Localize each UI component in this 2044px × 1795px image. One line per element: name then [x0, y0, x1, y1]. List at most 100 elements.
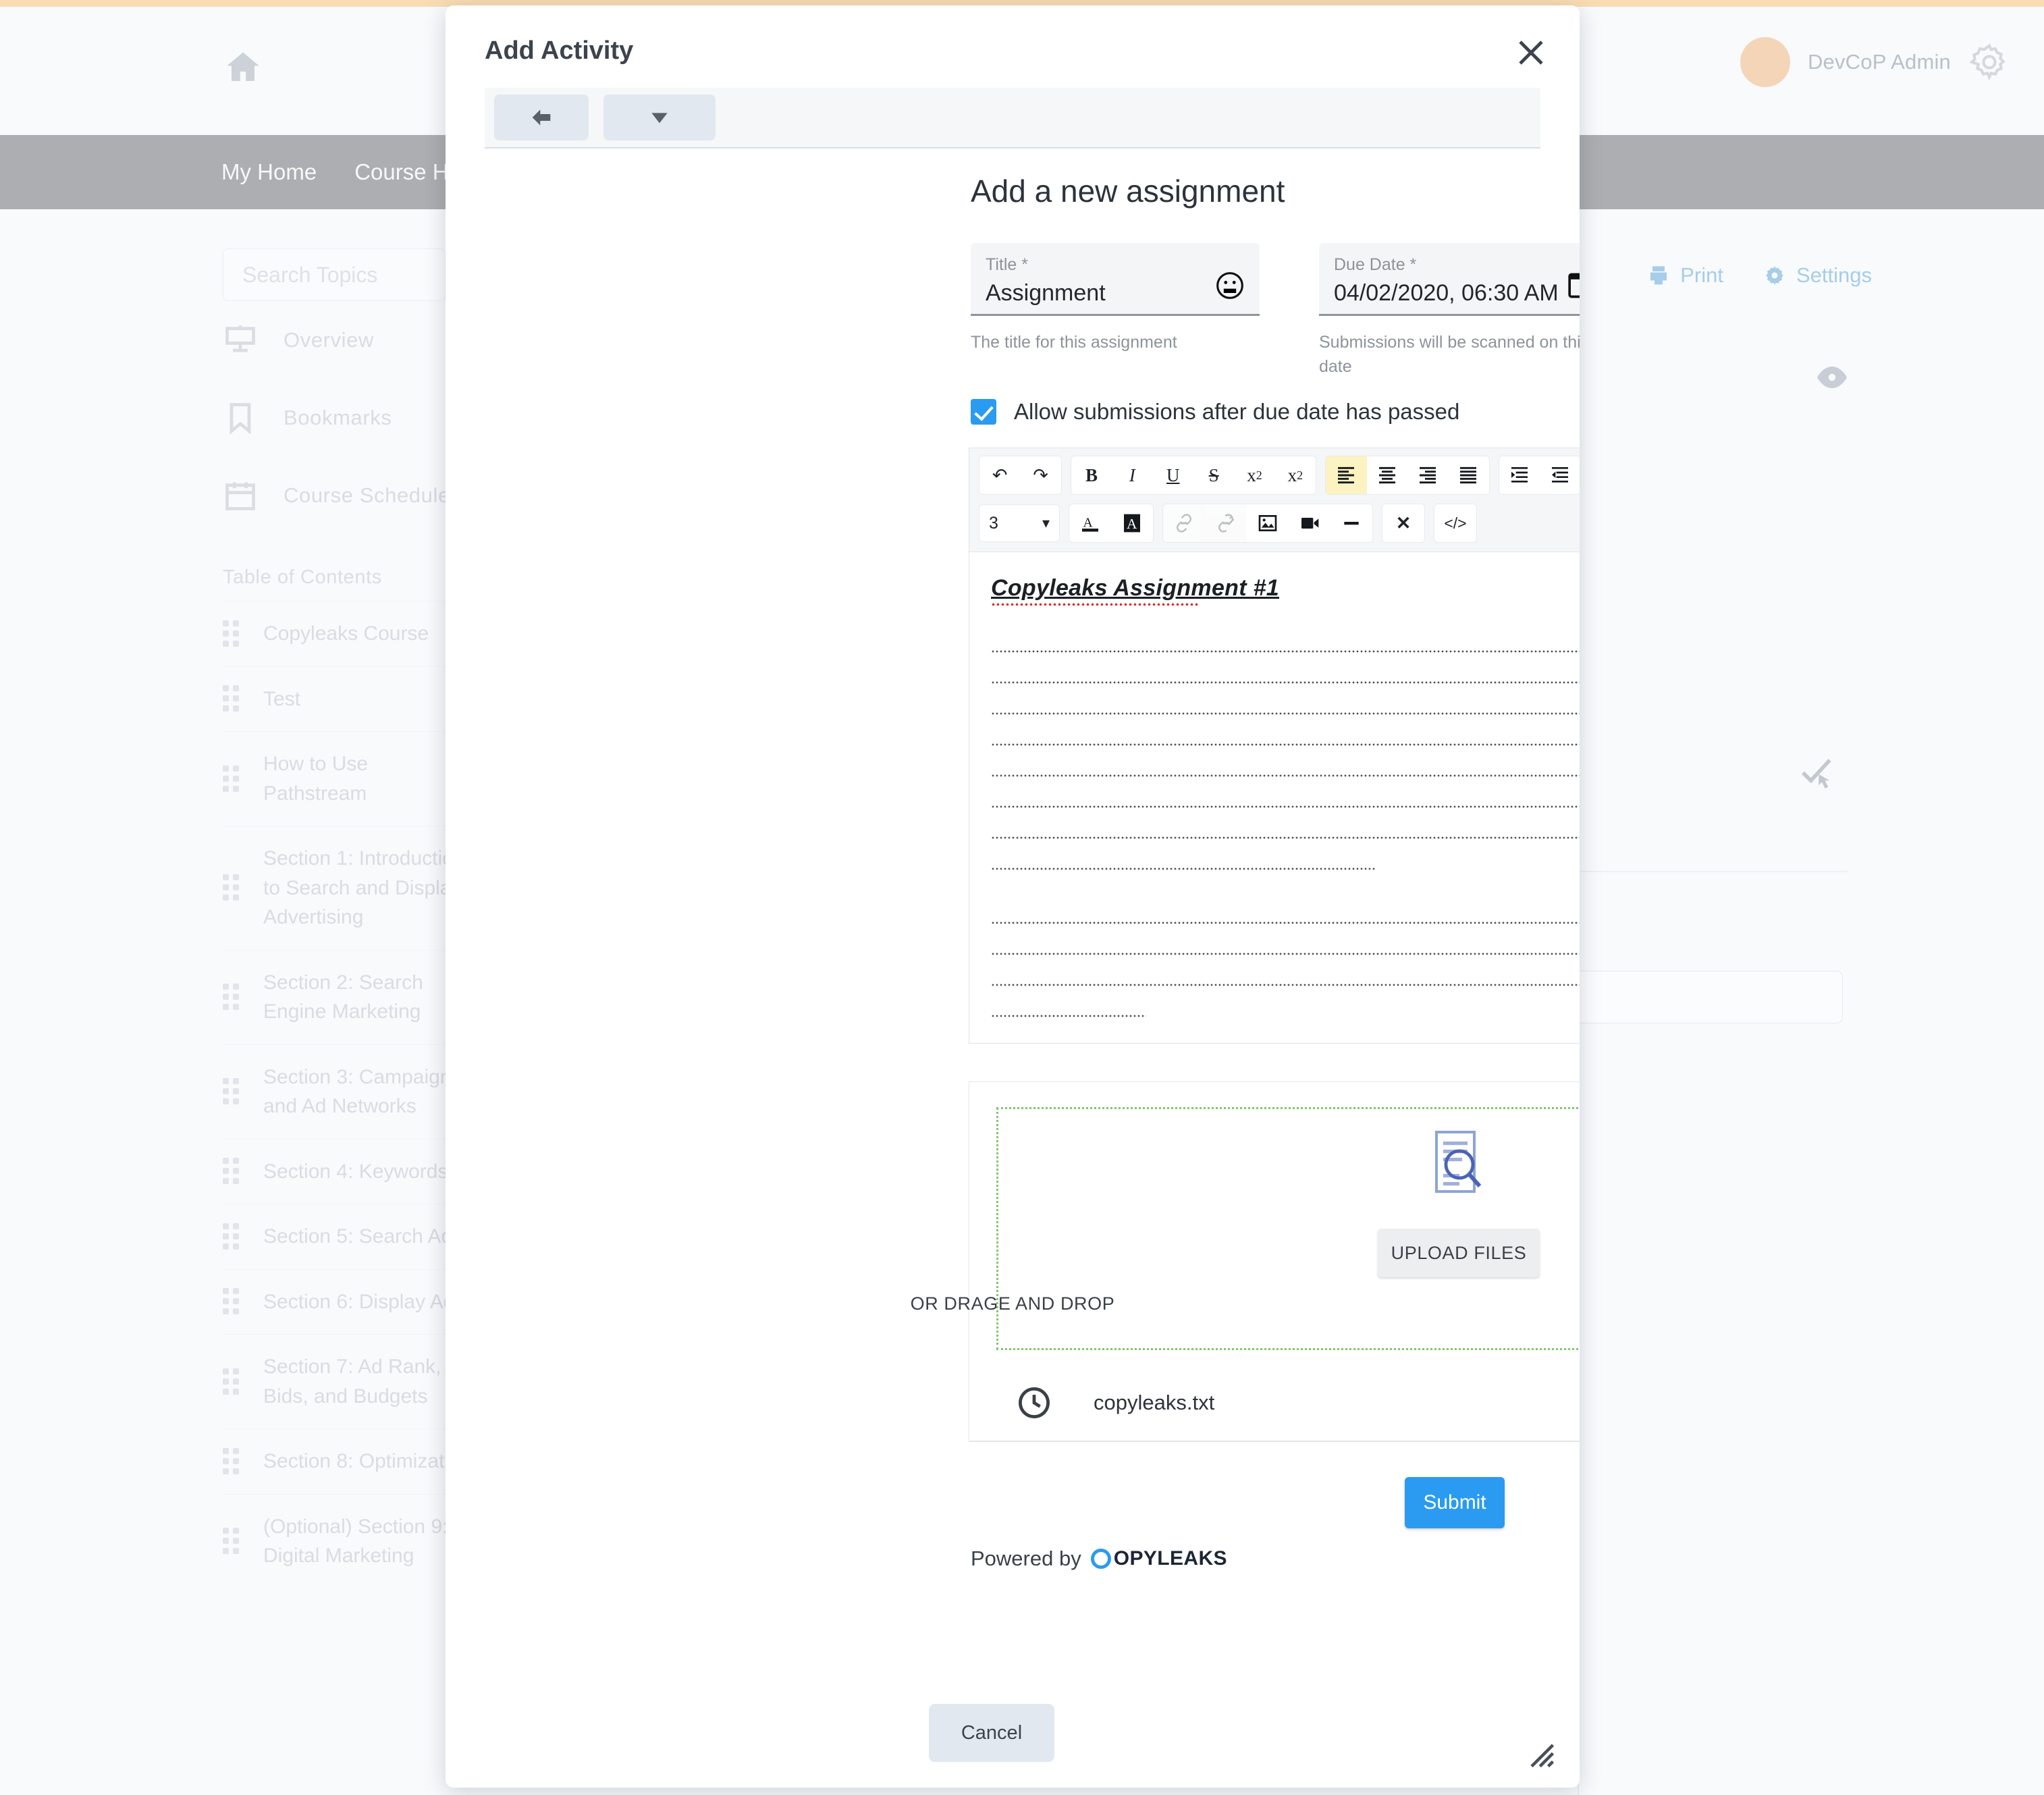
file-name: copyleaks.txt [1094, 1391, 1215, 1414]
italic-icon[interactable]: I [1112, 456, 1153, 494]
chevron-down-icon [651, 113, 668, 124]
drag-handle-icon[interactable] [223, 1447, 240, 1475]
search-input[interactable]: Search Topics [223, 248, 446, 301]
align-left-icon[interactable] [1326, 456, 1367, 494]
toc-item[interactable]: Section 6: Display Ads [223, 1268, 473, 1335]
align-right-icon[interactable] [1407, 456, 1449, 494]
chevron-down-icon: ▾ [1042, 514, 1050, 531]
toc-item[interactable]: Copyleaks Course [223, 601, 473, 666]
redo-icon[interactable]: ↷ [1020, 456, 1061, 494]
allow-late-row: Allow submissions after due date has pas… [971, 399, 1459, 425]
toc-item[interactable]: Section 3: Campaigns and Ad Networks [223, 1044, 473, 1139]
color-group: A A [1069, 504, 1154, 543]
avatar[interactable] [1740, 37, 1790, 87]
resize-handle[interactable] [1527, 1740, 1555, 1769]
align-center-icon[interactable] [1366, 456, 1407, 494]
toc-item[interactable]: Section 7: Ad Rank, Bids, and Budgets [223, 1334, 473, 1428]
print-button[interactable]: Print [1646, 263, 1723, 288]
toc-item[interactable]: Section 1: Introduction to Search and Di… [223, 826, 473, 950]
drag-handle-icon[interactable] [223, 1223, 240, 1250]
subscript-icon[interactable]: x2 [1234, 456, 1275, 494]
settings-label: Settings [1796, 263, 1872, 287]
editor-content[interactable]: Copyleaks Assignment #1 [969, 552, 1580, 1043]
indent-icon[interactable] [1499, 456, 1540, 494]
background-text-input[interactable] [1573, 971, 1843, 1023]
toc-item[interactable]: Section 5: Search Ads [223, 1204, 473, 1269]
upload-files-button[interactable]: UPLOAD FILES [1378, 1229, 1540, 1277]
toc-list: Copyleaks Course Test How to Use Pathstrea… [0, 601, 473, 1588]
clear-format-icon[interactable]: ✕ [1382, 504, 1424, 542]
allow-late-checkbox[interactable] [971, 399, 996, 425]
upload-card-bottom-border [969, 1441, 1580, 1442]
font-size-select[interactable]: 3 ▾ [979, 504, 1060, 542]
due-date-field: Due Date * 04/02/2020, 06:30 AM Submissi… [1319, 243, 1580, 379]
gear-icon[interactable] [1968, 41, 2010, 83]
drag-handle-icon[interactable] [223, 1078, 240, 1105]
drag-handle-icon[interactable] [223, 620, 240, 647]
content-rule [1578, 871, 1848, 872]
calendar-icon [223, 478, 258, 513]
drag-handle-icon[interactable] [223, 874, 240, 901]
insert-image-icon[interactable] [1247, 504, 1289, 542]
home-icon[interactable] [223, 47, 263, 88]
sidebar-item-course-schedule[interactable]: Course Schedule [223, 456, 473, 534]
sidebar: Search Topics Overview Bookmarks Course … [0, 209, 473, 1795]
source-code-icon[interactable]: </> [1434, 504, 1476, 542]
insert-link-icon [1163, 504, 1205, 542]
cancel-button[interactable]: Cancel [929, 1704, 1054, 1762]
bold-icon[interactable]: B [1071, 456, 1112, 494]
drag-handle-icon[interactable] [223, 765, 240, 793]
underline-icon[interactable]: U [1152, 456, 1193, 494]
drag-handle-icon[interactable] [223, 1158, 240, 1185]
content-line [991, 774, 1580, 777]
due-date-label: Due Date * [1334, 255, 1417, 274]
toc-item[interactable]: (Optional) Section 9: Digital Marketing [223, 1493, 473, 1588]
align-justify-icon[interactable] [1448, 456, 1489, 494]
superscript-icon[interactable]: x2 [1274, 456, 1316, 494]
horizontal-rule-icon[interactable] [1330, 504, 1372, 542]
title-value: Assignment [986, 280, 1106, 306]
eye-icon[interactable] [1816, 365, 1848, 390]
editor-toolbar: ↶ ↷ B I U S x2 x2 3 ▾ A A ✕ </> [969, 448, 1580, 552]
text-color-icon[interactable]: A [1069, 504, 1111, 542]
editor-toolbar-row-2: 3 ▾ A A ✕ </> [979, 504, 1580, 543]
title-input[interactable]: Title * Assignment [971, 243, 1260, 316]
content-line [991, 650, 1580, 653]
drag-handle-icon[interactable] [223, 984, 240, 1011]
back-button[interactable] [494, 95, 589, 140]
emoji-icon[interactable] [1215, 271, 1245, 300]
toc-item[interactable]: Section 8: Optimization [223, 1428, 473, 1494]
toc-item[interactable]: Section 2: Search Engine Marketing [223, 949, 473, 1044]
outdent-icon[interactable] [1540, 456, 1580, 494]
insert-video-icon[interactable] [1289, 504, 1330, 542]
due-date-input[interactable]: Due Date * 04/02/2020, 06:30 AM [1319, 243, 1580, 316]
copyleaks-logo: OPYLEAKS [1090, 1547, 1227, 1570]
submit-button[interactable]: Submit [1405, 1477, 1505, 1528]
arrow-left-icon [532, 109, 551, 126]
modal-title: Add Activity [485, 36, 634, 65]
search-placeholder: Search Topics [242, 262, 378, 287]
drag-handle-icon[interactable] [223, 1288, 240, 1315]
undo-icon[interactable]: ↶ [979, 456, 1021, 494]
dropdown-button[interactable] [603, 95, 716, 140]
content-line [991, 1015, 1146, 1017]
clock-icon [1017, 1385, 1052, 1420]
sidebar-item-overview[interactable]: Overview [223, 301, 473, 379]
screen: DevCoP Admin My Home Course Home Content… [0, 0, 2044, 1795]
drag-handle-icon[interactable] [223, 1528, 240, 1555]
highlight-color-icon[interactable]: A [1111, 504, 1153, 542]
nav-item-my-home[interactable]: My Home [203, 159, 335, 185]
sidebar-item-bookmarks[interactable]: Bookmarks [223, 379, 473, 456]
toc-item[interactable]: How to Use Pathstream [223, 731, 473, 826]
toc-item[interactable]: Section 4: Keywords [223, 1138, 473, 1204]
align-group [1325, 456, 1490, 495]
settings-button[interactable]: Settings [1763, 263, 1872, 288]
title-hint: The title for this assignment [971, 333, 1177, 352]
content-line [991, 805, 1580, 808]
calendar-icon[interactable] [1563, 271, 1580, 300]
drag-handle-icon[interactable] [223, 685, 240, 712]
drag-handle-icon[interactable] [223, 1368, 240, 1395]
strikethrough-icon[interactable]: S [1193, 456, 1235, 494]
toc-item[interactable]: Test [223, 666, 473, 732]
close-icon[interactable] [1515, 36, 1547, 69]
